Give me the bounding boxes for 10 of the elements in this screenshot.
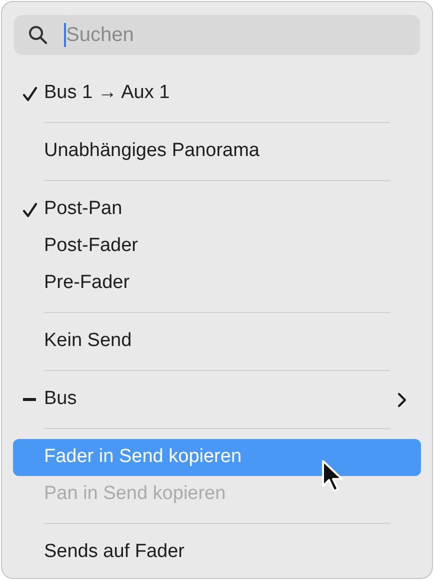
search-field[interactable]: Suchen [14,15,420,55]
search-icon [28,25,48,45]
menu-item[interactable]: Post-Pan [13,191,421,228]
menu-item[interactable]: Pre-Fader [13,265,421,302]
menu-item[interactable]: Unabhängiges Panorama [13,133,421,170]
menu-item[interactable]: Post-Fader [13,228,421,265]
menu-item[interactable]: Kein Send [13,323,421,360]
menu-item[interactable]: Bus [13,381,421,418]
menu-item[interactable]: Bus 1 → Aux 1 [13,75,421,112]
menu-item[interactable]: Sends auf Fader [13,534,421,571]
